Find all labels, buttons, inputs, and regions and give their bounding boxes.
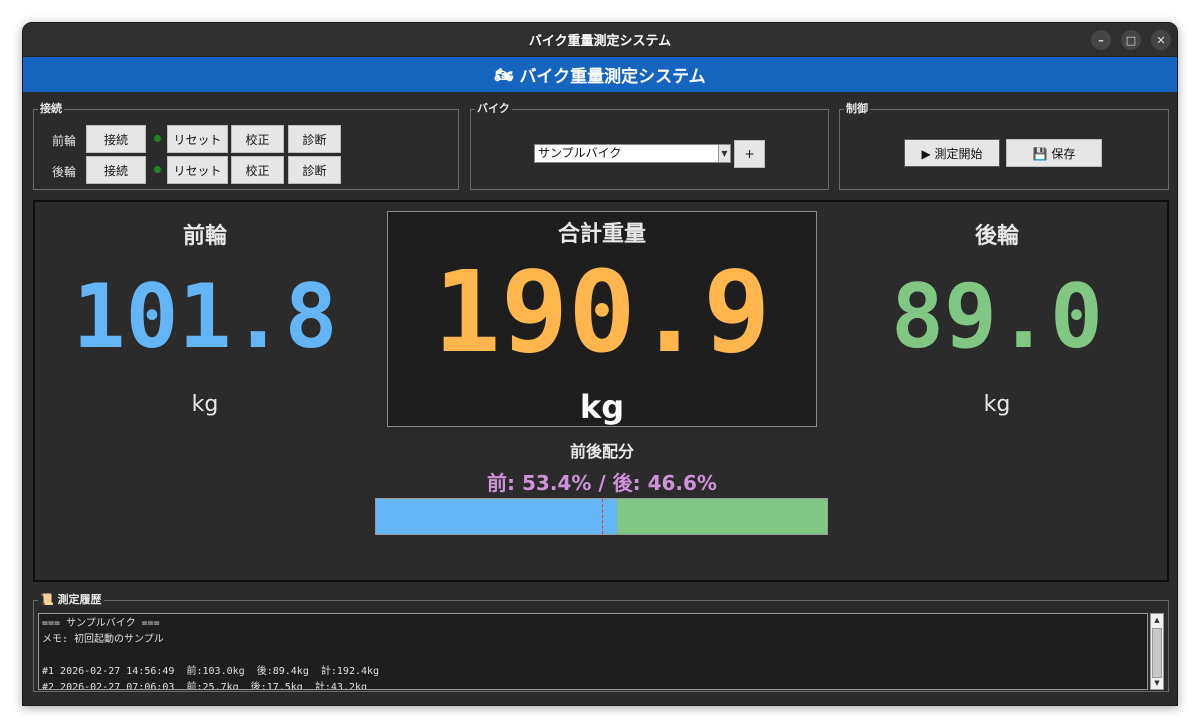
minimize-icon[interactable]: –	[1091, 30, 1111, 50]
front-unit: kg	[191, 392, 219, 417]
close-icon[interactable]: ✕	[1151, 30, 1171, 50]
front-connect-button[interactable]: 接続	[86, 125, 146, 153]
app-banner: 🏍 バイク重量測定システム	[23, 57, 1177, 92]
distribution-rear-segment	[616, 499, 827, 534]
front-calibrate-button[interactable]: 校正	[231, 125, 284, 153]
history-line: #1 2026-02-27 14:56:49 前:103.0kg 後:89.4k…	[42, 666, 380, 677]
scrollbar-thumb[interactable]	[1152, 628, 1162, 678]
rear-diagnose-button[interactable]: 診断	[288, 156, 341, 184]
bike-legend: バイク	[475, 102, 512, 116]
history-group: 📜 測定履歴 === サンプルバイク === メモ: 初回起動のサンプル #1 …	[33, 593, 1169, 692]
save-button[interactable]: 💾 保存	[1006, 139, 1102, 167]
front-weight-value: 101.8	[72, 265, 338, 368]
window-title: バイク重量測定システム	[528, 34, 672, 49]
banner-title: バイク重量測定システム	[519, 67, 706, 87]
app-window: バイク重量測定システム – □ ✕ 🏍 バイク重量測定システム 接続 前輪 接続…	[22, 22, 1178, 706]
bike-select-value: サンプルバイク	[538, 146, 622, 160]
total-weight-value: 190.9	[433, 248, 771, 378]
rear-unit: kg	[983, 392, 1011, 417]
history-line: === サンプルバイク ===	[42, 618, 160, 629]
scroll-up-icon[interactable]: ▲	[1151, 614, 1163, 626]
total-title: 合計重量	[557, 222, 646, 247]
bike-select[interactable]: サンプルバイク ▼	[534, 144, 731, 163]
front-status-indicator	[154, 135, 161, 142]
connection-group: 接続 前輪 接続 リセット 校正 診断 後輪 接続 リセット 校正 診断	[33, 102, 459, 190]
start-measurement-button[interactable]: ▶ 測定開始	[904, 139, 1000, 167]
history-line	[42, 648, 1144, 664]
rear-connect-button[interactable]: 接続	[86, 156, 146, 184]
add-bike-button[interactable]: +	[734, 140, 765, 168]
distribution-front-segment	[376, 499, 617, 534]
total-weight-box: 合計重量 190.9 kg	[387, 211, 817, 427]
front-diagnose-button[interactable]: 診断	[288, 125, 341, 153]
connection-legend: 接続	[38, 102, 64, 116]
control-legend: 制御	[844, 102, 870, 116]
maximize-icon[interactable]: □	[1121, 30, 1141, 50]
distribution-center-marker	[601, 499, 603, 534]
history-textbox[interactable]: === サンプルバイク === メモ: 初回起動のサンプル #1 2026-02…	[38, 613, 1148, 690]
rear-title: 後輪	[974, 224, 1019, 249]
front-wheel-label: 前輪	[52, 134, 77, 148]
rear-weight-value: 89.0	[891, 265, 1103, 368]
bike-group: バイク サンプルバイク ▼ +	[470, 102, 829, 190]
history-line: #2 2026-02-27 07:06:03 前:25.7kg 後:17.5kg…	[42, 682, 368, 690]
rear-status-indicator	[154, 166, 161, 173]
rear-wheel-label: 後輪	[52, 165, 77, 179]
distribution-bar	[375, 498, 828, 535]
front-reset-button[interactable]: リセット	[167, 125, 228, 153]
distribution-title: 前後配分	[569, 442, 634, 461]
window-titlebar: バイク重量測定システム – □ ✕	[23, 23, 1177, 57]
history-legend: 📜 測定履歴	[38, 593, 104, 607]
rear-reset-button[interactable]: リセット	[167, 156, 228, 184]
total-unit: kg	[579, 388, 625, 426]
chevron-down-icon[interactable]: ▼	[718, 145, 730, 162]
rear-calibrate-button[interactable]: 校正	[231, 156, 284, 184]
scroll-down-icon[interactable]: ▼	[1151, 677, 1163, 689]
motorcycle-icon: 🏍	[494, 65, 514, 84]
distribution-text: 前: 53.4% / 後: 46.6%	[487, 471, 717, 495]
history-scrollbar[interactable]: ▲ ▼	[1150, 613, 1164, 690]
history-line: メモ: 初回起動のサンプル	[42, 634, 164, 645]
control-group: 制御 ▶ 測定開始 💾 保存	[839, 102, 1169, 190]
weight-display-panel: 前輪 101.8 kg 合計重量 190.9 kg 後輪 89.0 kg 前後配…	[33, 200, 1169, 582]
front-title: 前輪	[182, 224, 227, 249]
